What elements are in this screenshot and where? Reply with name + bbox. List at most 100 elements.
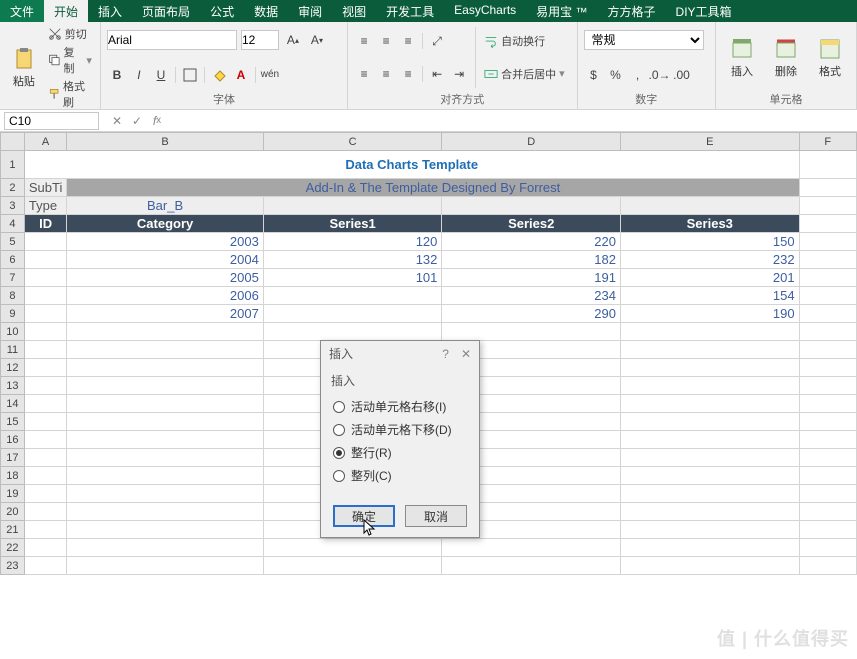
cell[interactable]: 2006 [67, 287, 263, 305]
col-header-F[interactable]: F [799, 133, 856, 151]
col-header-B[interactable]: B [67, 133, 263, 151]
radio-entire-row[interactable]: 整行(R) [331, 441, 469, 464]
delete-cells-button[interactable]: 删除 [766, 25, 806, 90]
cancel-button[interactable]: 取消 [405, 505, 467, 527]
type-cell[interactable]: Bar_B [67, 197, 263, 215]
align-left-button[interactable]: ≡ [354, 64, 374, 84]
increase-decimal-button[interactable]: .0→ [650, 65, 670, 85]
subtitle-cell[interactable]: Add-In & The Template Designed By Forres… [67, 179, 799, 197]
bold-button[interactable]: B [107, 65, 127, 85]
row-header[interactable]: 1 [1, 151, 25, 179]
enter-formula-button[interactable]: ✓ [127, 112, 147, 130]
tab-easycharts[interactable]: EasyCharts [444, 0, 526, 22]
cell[interactable]: 120 [263, 233, 442, 251]
percent-button[interactable]: % [606, 65, 626, 85]
align-right-button[interactable]: ≡ [398, 64, 418, 84]
orientation-button[interactable]: ⤢ [427, 31, 447, 51]
cell[interactable]: 232 [620, 251, 799, 269]
ok-button[interactable]: 确定 [333, 505, 395, 527]
format-painter-button[interactable]: 格式刷 [46, 77, 94, 111]
font-size-select[interactable] [241, 30, 279, 50]
cell[interactable]: SubTi [24, 179, 66, 197]
tab-diy[interactable]: DIY工具箱 [666, 0, 742, 22]
insert-cells-button[interactable]: 插入 [722, 25, 762, 90]
header-cell[interactable]: Category [67, 215, 263, 233]
row-header[interactable]: 4 [1, 215, 25, 233]
cell[interactable] [263, 305, 442, 323]
tab-formulas[interactable]: 公式 [200, 0, 244, 22]
col-header-C[interactable]: C [263, 133, 442, 151]
row-header[interactable]: 6 [1, 251, 25, 269]
increase-font-button[interactable]: A▴ [283, 30, 303, 50]
tab-home[interactable]: 开始 [44, 0, 88, 22]
title-cell[interactable]: Data Charts Template [24, 151, 799, 179]
col-header-D[interactable]: D [442, 133, 621, 151]
tab-file[interactable]: 文件 [0, 0, 44, 22]
decrease-indent-button[interactable]: ⇤ [427, 64, 447, 84]
cell[interactable]: 132 [263, 251, 442, 269]
align-center-button[interactable]: ≡ [376, 64, 396, 84]
tab-insert[interactable]: 插入 [88, 0, 132, 22]
wrap-text-button[interactable]: 自动换行 [482, 32, 567, 50]
select-all-corner[interactable] [1, 133, 25, 151]
cell[interactable]: Type [24, 197, 66, 215]
header-cell[interactable]: ID [24, 215, 66, 233]
tab-yiyongbao[interactable]: 易用宝 ™ [526, 0, 597, 22]
header-cell[interactable]: Series2 [442, 215, 621, 233]
tab-developer[interactable]: 开发工具 [376, 0, 444, 22]
row-header[interactable]: 3 [1, 197, 25, 215]
name-box[interactable] [4, 112, 99, 130]
cell[interactable]: 2004 [67, 251, 263, 269]
radio-shift-down[interactable]: 活动单元格下移(D) [331, 418, 469, 441]
tab-review[interactable]: 审阅 [288, 0, 332, 22]
row-header[interactable]: 5 [1, 233, 25, 251]
format-cells-button[interactable]: 格式 [810, 25, 850, 90]
radio-shift-right[interactable]: 活动单元格右移(I) [331, 395, 469, 418]
font-name-select[interactable] [107, 30, 237, 50]
tab-data[interactable]: 数据 [244, 0, 288, 22]
phonetic-button[interactable]: wén [260, 65, 280, 85]
copy-button[interactable]: 复制▾ [46, 43, 94, 77]
radio-entire-col[interactable]: 整列(C) [331, 464, 469, 487]
cell[interactable]: 190 [620, 305, 799, 323]
cancel-formula-button[interactable]: ✕ [107, 112, 127, 130]
align-bottom-button[interactable]: ≡ [398, 31, 418, 51]
cell[interactable]: 201 [620, 269, 799, 287]
row-header[interactable]: 9 [1, 305, 25, 323]
dialog-help-button[interactable]: ? [442, 347, 449, 361]
cell[interactable]: 2003 [67, 233, 263, 251]
col-header-A[interactable]: A [24, 133, 66, 151]
cell[interactable]: 220 [442, 233, 621, 251]
italic-button[interactable]: I [129, 65, 149, 85]
row-header[interactable]: 11 [1, 341, 25, 359]
align-top-button[interactable]: ≡ [354, 31, 374, 51]
cell[interactable]: 101 [263, 269, 442, 287]
row-header[interactable]: 7 [1, 269, 25, 287]
comma-button[interactable]: , [628, 65, 648, 85]
align-middle-button[interactable]: ≡ [376, 31, 396, 51]
tab-fanggezi[interactable]: 方方格子 [598, 0, 666, 22]
increase-indent-button[interactable]: ⇥ [449, 64, 469, 84]
tab-view[interactable]: 视图 [332, 0, 376, 22]
cell[interactable] [263, 287, 442, 305]
row-header[interactable]: 8 [1, 287, 25, 305]
cell[interactable]: 2005 [67, 269, 263, 287]
cell[interactable]: 290 [442, 305, 621, 323]
row-header[interactable]: 10 [1, 323, 25, 341]
cut-button[interactable]: 剪切 [46, 25, 94, 43]
fx-button[interactable]: fx [147, 112, 167, 130]
col-header-E[interactable]: E [620, 133, 799, 151]
decrease-font-button[interactable]: A▾ [307, 30, 327, 50]
header-cell[interactable]: Series1 [263, 215, 442, 233]
formula-input[interactable] [167, 112, 857, 130]
cell[interactable]: 191 [442, 269, 621, 287]
paste-button[interactable]: 粘贴 [6, 25, 42, 111]
cell[interactable]: 182 [442, 251, 621, 269]
font-color-button[interactable]: A [231, 65, 251, 85]
cell[interactable]: 2007 [67, 305, 263, 323]
underline-button[interactable]: U [151, 65, 171, 85]
header-cell[interactable]: Series3 [620, 215, 799, 233]
cell[interactable]: 150 [620, 233, 799, 251]
row-header[interactable]: 2 [1, 179, 25, 197]
cell[interactable]: 234 [442, 287, 621, 305]
